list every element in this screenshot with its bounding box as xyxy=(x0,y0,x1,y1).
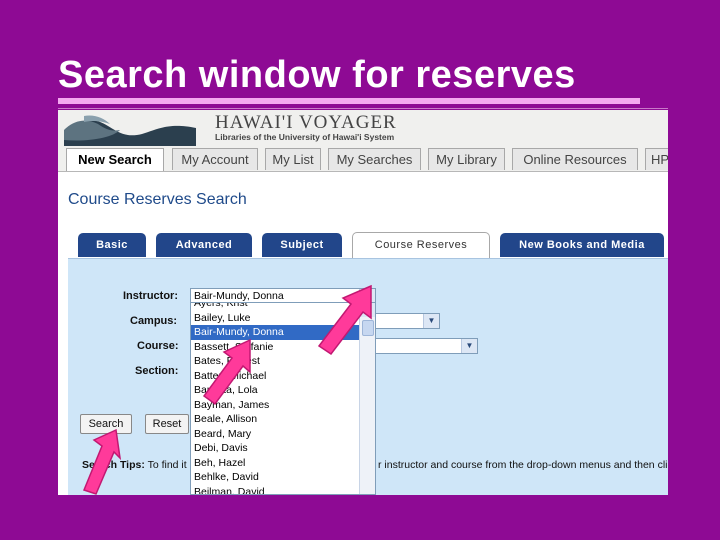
pointer-arrow-icon xyxy=(317,284,372,356)
brand-title: HAWAI'I VOYAGER xyxy=(215,112,397,133)
search-tips-text: To find it xyxy=(147,459,187,471)
title-thin-rule xyxy=(58,108,668,109)
course-select[interactable]: ▼ xyxy=(368,338,478,354)
title-underline xyxy=(58,98,640,104)
voyager-logo-icon xyxy=(64,112,196,146)
instructor-selected-value: Bair-Mundy, Donna xyxy=(194,290,284,302)
dropdown-option[interactable]: Beh, Hazel xyxy=(191,456,375,471)
instructor-label: Instructor: xyxy=(123,290,178,302)
chevron-down-icon[interactable]: ▼ xyxy=(461,339,477,353)
course-label: Course: xyxy=(137,340,179,352)
tab-my-searches[interactable]: My Searches xyxy=(328,148,421,170)
chevron-down-icon[interactable]: ▼ xyxy=(423,314,439,328)
section-label: Section: xyxy=(135,365,179,377)
tab-course-reserves[interactable]: Course Reserves xyxy=(352,232,490,258)
reset-button[interactable]: Reset xyxy=(145,414,189,434)
dropdown-option[interactable]: Behlke, David xyxy=(191,470,375,485)
tab-my-list[interactable]: My List xyxy=(265,148,321,170)
dropdown-option[interactable]: Beilman, David xyxy=(191,485,375,495)
dropdown-option[interactable]: Beale, Allison xyxy=(191,412,375,427)
tab-new-books-and-media[interactable]: New Books and Media xyxy=(500,233,664,257)
search-tips-continued: r instructor and course from the drop-do… xyxy=(378,459,668,471)
tab-my-account[interactable]: My Account xyxy=(172,148,258,170)
campus-label: Campus: xyxy=(130,315,178,327)
dropdown-option[interactable]: Beard, Mary xyxy=(191,427,375,442)
pointer-arrow-icon xyxy=(202,338,251,406)
library-banner: HAWAI'I VOYAGER Libraries of the Univers… xyxy=(58,110,668,146)
slide-title: Search window for reserves xyxy=(58,54,576,96)
tab-hp[interactable]: HP xyxy=(645,148,668,170)
browser-screenshot: HAWAI'I VOYAGER Libraries of the Univers… xyxy=(58,110,668,495)
tab-basic[interactable]: Basic xyxy=(78,233,146,257)
tab-online-resources[interactable]: Online Resources xyxy=(512,148,638,170)
dropdown-option[interactable]: Debi, Davis xyxy=(191,441,375,456)
pointer-arrow-icon xyxy=(83,428,122,495)
brand-subtitle: Libraries of the University of Hawai'i S… xyxy=(215,132,395,142)
page-heading: Course Reserves Search xyxy=(68,191,247,208)
tab-advanced[interactable]: Advanced xyxy=(156,233,252,257)
top-nav-divider xyxy=(58,171,668,172)
tab-my-library[interactable]: My Library xyxy=(428,148,505,170)
tab-new-search[interactable]: New Search xyxy=(66,148,164,172)
tab-subject[interactable]: Subject xyxy=(262,233,342,257)
